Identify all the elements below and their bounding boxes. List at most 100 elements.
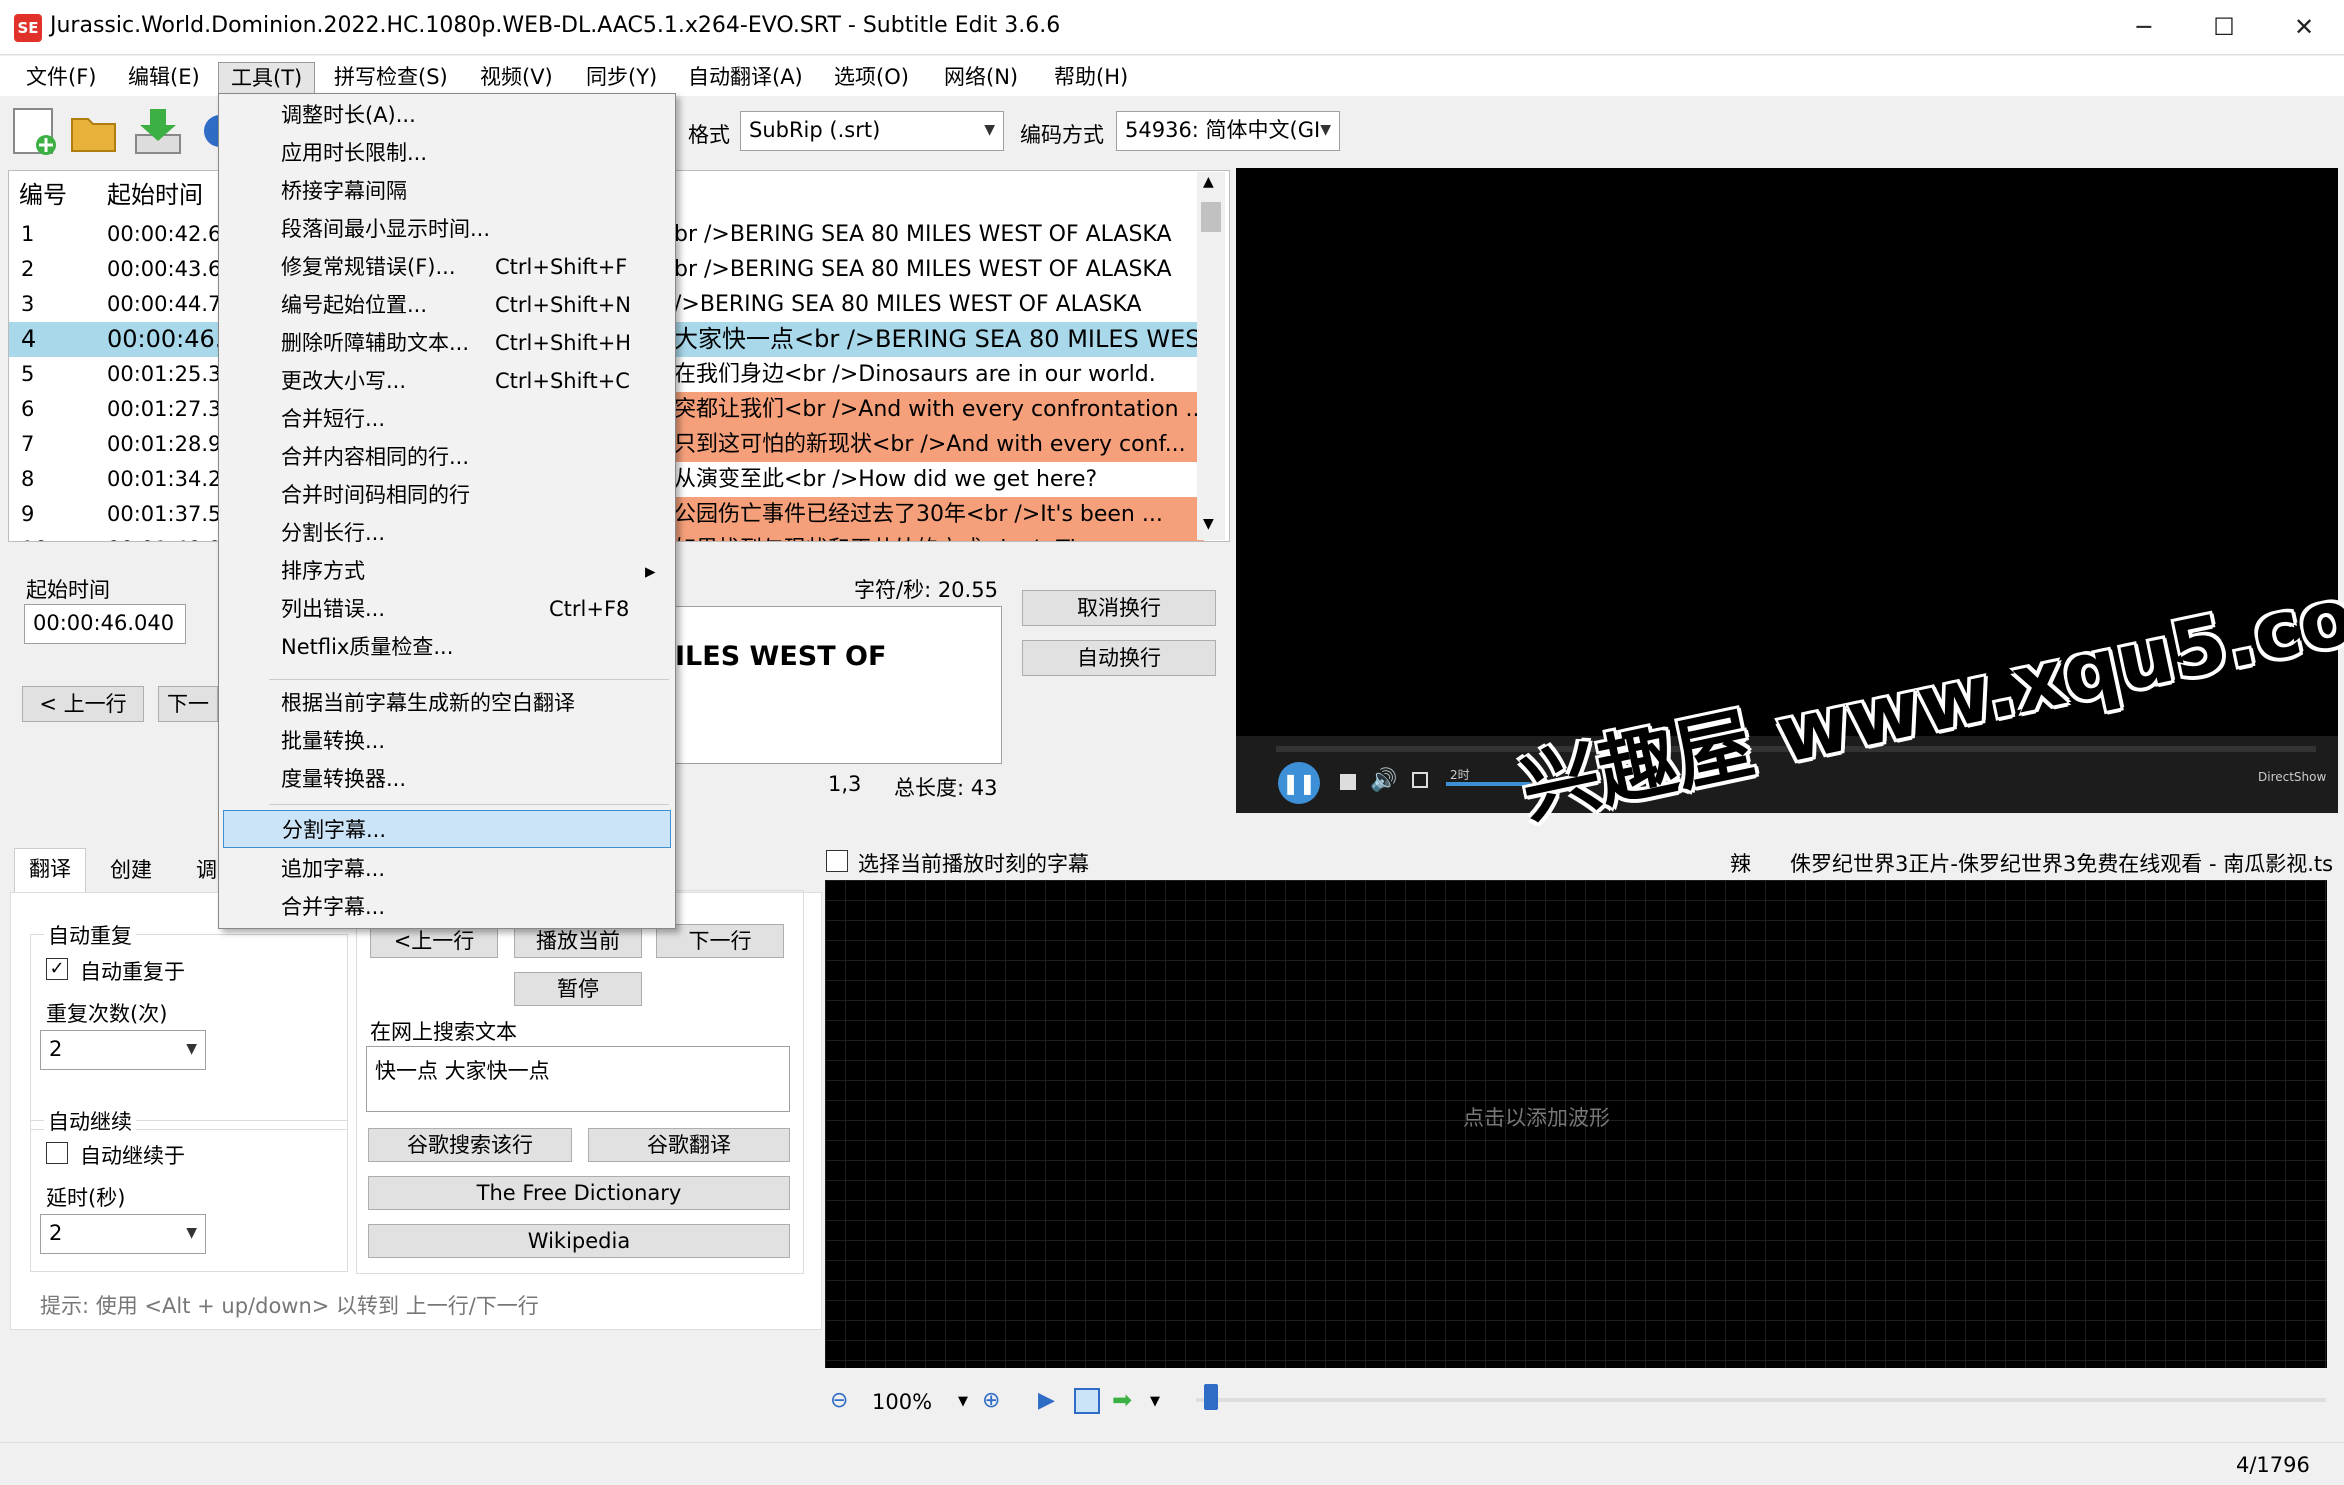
pause-icon[interactable]: ❚❚: [1278, 762, 1320, 804]
fullscreen-icon[interactable]: [1412, 772, 1428, 788]
menu-item-adjust-duration[interactable]: 调整时长(A)...: [223, 96, 671, 134]
menu-item-remove-hi-text[interactable]: 删除听障辅助文本... Ctrl+Shift+H: [223, 324, 671, 362]
row-start: 00:00:44.7: [107, 292, 222, 316]
select-current-checkbox[interactable]: [826, 850, 848, 872]
new-file-icon[interactable]: [8, 105, 60, 157]
row-start: 00:00:43.6: [107, 257, 222, 281]
scroll-down-icon[interactable]: ▼: [1203, 516, 1214, 532]
menu-item-sort-by[interactable]: 排序方式 ▸: [223, 552, 671, 590]
menu-item-split-long-lines[interactable]: 分割长行...: [223, 514, 671, 552]
grid-toggle-icon[interactable]: [1074, 1388, 1100, 1414]
chevron-down-icon: ▼: [1320, 122, 1331, 138]
row-start: 00:00:46.: [107, 325, 223, 353]
menu-item-bridge-gaps[interactable]: 桥接字幕间隔: [223, 172, 671, 210]
chevron-down-icon: ▼: [984, 122, 995, 138]
header-num[interactable]: 编号: [19, 175, 67, 215]
tab-create[interactable]: 创建: [96, 850, 166, 894]
waveform-placeholder: 点击以添加波形: [1463, 1106, 1610, 1130]
scroll-thumb[interactable]: [1201, 202, 1221, 232]
volume-icon[interactable]: 🔊: [1370, 768, 1397, 793]
next-line-play-button[interactable]: 下一行: [656, 924, 784, 958]
google-search-button[interactable]: 谷歌搜索该行: [368, 1128, 572, 1162]
maximize-button[interactable]: ☐: [2184, 0, 2264, 55]
waveform-position-thumb[interactable]: [1204, 1384, 1218, 1410]
delay-select[interactable]: 2 ▼: [40, 1214, 206, 1254]
start-time-label: 起始时间: [26, 578, 110, 602]
menu-item-measurement-converter[interactable]: 度量转换器...: [223, 760, 671, 798]
menu-item-join-subtitles[interactable]: 合并字幕...: [223, 888, 671, 926]
menu-item-merge-same-text[interactable]: 合并内容相同的行...: [223, 438, 671, 476]
google-translate-button[interactable]: 谷歌翻译: [588, 1128, 790, 1162]
prev-line-button[interactable]: < 上一行: [22, 686, 144, 722]
auto-wrap-button[interactable]: 自动换行: [1022, 640, 1216, 676]
encoding-label: 编码方式: [1020, 123, 1104, 147]
encoding-select[interactable]: 54936: 简体中文(GI ▼: [1116, 111, 1340, 151]
play-current-button[interactable]: 播放当前: [514, 924, 642, 958]
menu-options[interactable]: 选项(O): [822, 62, 921, 94]
play-icon[interactable]: ▶: [1038, 1388, 1055, 1413]
pause-button[interactable]: 暂停: [514, 972, 642, 1006]
subtitle-textbox[interactable]: ILES WEST OF: [672, 606, 1002, 764]
start-time-input[interactable]: 00:00:46.040: [24, 604, 186, 644]
auto-continue-checkbox[interactable]: [46, 1142, 68, 1164]
menu-item-renumber[interactable]: 编号起始位置... Ctrl+Shift+N: [223, 286, 671, 324]
waveform-area[interactable]: 点击以添加波形: [825, 880, 2327, 1368]
help-icon[interactable]: [200, 105, 236, 157]
menu-edit[interactable]: 编辑(E): [116, 62, 212, 94]
forward-arrows-icon[interactable]: ➡: [1112, 1386, 1132, 1414]
zoom-out-icon[interactable]: ⊖: [830, 1388, 860, 1418]
zoom-in-icon[interactable]: ⊕: [982, 1388, 1012, 1418]
menu-video[interactable]: 视频(V): [468, 62, 565, 94]
auto-repeat-check-label: 自动重复于: [80, 960, 185, 984]
row-text: br />BERING SEA 80 MILES WEST OF ALASKA: [674, 222, 1172, 247]
stop-icon[interactable]: [1340, 774, 1356, 790]
tab-translate[interactable]: 翻译: [14, 848, 86, 892]
menu-tools[interactable]: 工具(T): [218, 62, 316, 94]
zoom-level[interactable]: 100%: [872, 1390, 932, 1414]
menu-item-batch-convert[interactable]: 批量转换...: [223, 722, 671, 760]
menu-network[interactable]: 网络(N): [932, 62, 1030, 94]
header-start[interactable]: 起始时间: [107, 175, 203, 215]
wikipedia-button[interactable]: Wikipedia: [368, 1224, 790, 1258]
menu-sync[interactable]: 同步(Y): [574, 62, 669, 94]
menu-auto-translate[interactable]: 自动翻译(A): [676, 62, 815, 94]
row-num: 4: [21, 325, 37, 353]
repeat-count-select[interactable]: 2 ▼: [40, 1030, 206, 1070]
menu-item-append-subtitle[interactable]: 追加字幕...: [223, 850, 671, 888]
navigation-hint: 提示: 使用 <Alt + up/down> 以转到 上一行/下一行: [40, 1294, 539, 1318]
menu-item-netflix-qc[interactable]: Netflix质量检查...: [223, 628, 671, 666]
menu-item-apply-duration-limits[interactable]: 应用时长限制...: [223, 134, 671, 172]
chevron-down-icon[interactable]: ▼: [1150, 1394, 1160, 1409]
minimize-button[interactable]: ─: [2104, 0, 2184, 55]
scroll-up-icon[interactable]: ▲: [1203, 174, 1214, 190]
grid-scrollbar[interactable]: ▲ ▼: [1197, 172, 1225, 540]
menu-spellcheck[interactable]: 拼写检查(S): [322, 62, 460, 94]
format-select[interactable]: SubRip (.srt) ▼: [740, 111, 1004, 151]
save-download-icon[interactable]: [132, 105, 184, 157]
menu-item-merge-short-lines[interactable]: 合并短行...: [223, 400, 671, 438]
menu-help[interactable]: 帮助(H): [1042, 62, 1140, 94]
prev-line-play-button[interactable]: <上一行: [370, 924, 498, 958]
close-button[interactable]: ✕: [2264, 0, 2344, 55]
menu-item-new-blank-translation[interactable]: 根据当前字幕生成新的空白翻译: [223, 684, 671, 722]
row-num: 5: [21, 362, 35, 386]
open-folder-icon[interactable]: [68, 105, 120, 157]
chars-per-second: 字符/秒: 20.55: [854, 578, 998, 602]
next-line-button[interactable]: 下一: [158, 686, 218, 722]
menu-item-min-display-time[interactable]: 段落间最小显示时间...: [223, 210, 671, 248]
row-num: 7: [21, 432, 35, 456]
waveform-position-track[interactable]: [1196, 1398, 2326, 1402]
menu-file[interactable]: 文件(F): [14, 62, 108, 94]
menu-item-change-casing[interactable]: 更改大小写... Ctrl+Shift+C: [223, 362, 671, 400]
menu-item-list-errors[interactable]: 列出错误... Ctrl+F8: [223, 590, 671, 628]
auto-repeat-checkbox[interactable]: ✓: [46, 958, 68, 980]
chevron-down-icon[interactable]: ▼: [958, 1394, 968, 1409]
free-dictionary-button[interactable]: The Free Dictionary: [368, 1176, 790, 1210]
menu-item-fix-common-errors[interactable]: 修复常规错误(F)... Ctrl+Shift+F: [223, 248, 671, 286]
menu-item-merge-same-timecode[interactable]: 合并时间码相同的行: [223, 476, 671, 514]
encoding-value: 54936: 简体中文(GI: [1125, 118, 1321, 142]
cancel-wrap-button[interactable]: 取消换行: [1022, 590, 1216, 626]
menu-item-split-subtitle[interactable]: 分割字幕...: [223, 810, 671, 848]
web-search-input[interactable]: 快一点 大家快一点: [366, 1046, 790, 1112]
window-title: Jurassic.World.Dominion.2022.HC.1080p.WE…: [50, 13, 1061, 38]
